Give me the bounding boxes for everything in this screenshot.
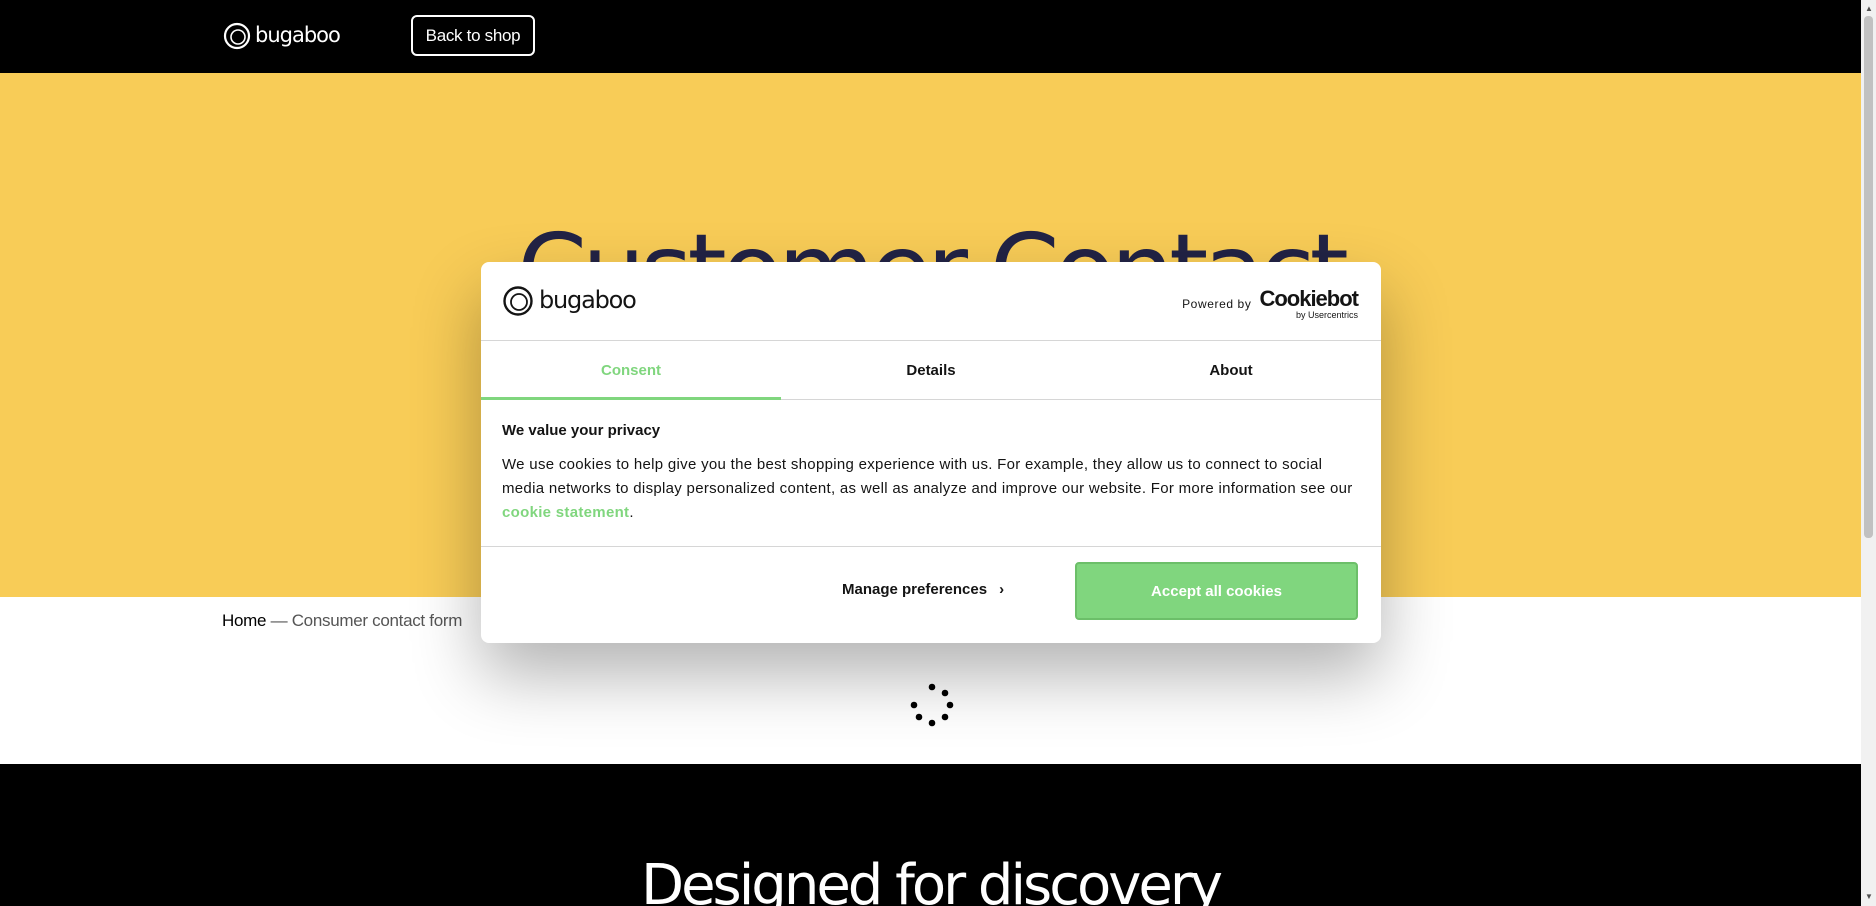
dialog-header: bugaboo Powered by Cookiebot by Usercent… [481,262,1381,340]
tab-about[interactable]: About [1081,341,1381,399]
dialog-tabs: Consent Details About [481,340,1381,400]
powered-by-label: Powered by [1182,297,1252,311]
logo-wordmark: bugaboo [255,23,340,47]
scroll-down-arrow-icon[interactable]: ▼ [1865,892,1873,901]
footer-section: Designed for discovery [0,764,1861,906]
bugaboo-logo[interactable]: bugaboo [223,20,359,52]
tab-details[interactable]: Details [781,341,1081,399]
dialog-footer: Manage preferences › Accept all cookies [481,546,1381,643]
cookiebot-logo: Cookiebot by Usercentrics [1259,286,1359,320]
manage-preferences-button[interactable]: Manage preferences › [842,581,1004,598]
privacy-text: We use cookies to help give you the best… [502,456,1353,497]
top-navigation-bar: bugaboo Back to shop [0,0,1861,73]
accept-all-cookies-button[interactable]: Accept all cookies [1075,562,1358,620]
cookiebot-by: by Usercentrics [1295,310,1358,320]
privacy-title: We value your privacy [502,422,661,439]
breadcrumb-separator: — [266,611,292,630]
dialog-body: We value your privacy We use cookies to … [502,422,1362,525]
privacy-text-end: . [629,504,634,521]
powered-by-cookiebot[interactable]: Powered by Cookiebot by Usercentrics [1182,286,1359,320]
scrollbar-thumb[interactable] [1864,16,1873,538]
page-scrollbar[interactable]: ▲ ▼ [1861,0,1876,906]
breadcrumb-home-link[interactable]: Home [222,611,266,630]
chevron-right-icon: › [999,581,1005,598]
breadcrumb: Home — Consumer contact form [222,611,462,631]
bugaboo-logo: bugaboo [503,286,637,316]
privacy-description: We use cookies to help give you the best… [502,453,1362,525]
manage-preferences-label: Manage preferences [842,581,988,598]
scroll-up-arrow-icon[interactable]: ▲ [1865,4,1873,13]
logo-wordmark: bugaboo [539,286,636,314]
cookie-consent-dialog: bugaboo Powered by Cookiebot by Usercent… [481,262,1381,643]
tab-consent[interactable]: Consent [481,341,781,400]
back-to-shop-button[interactable]: Back to shop [411,15,535,56]
cookie-statement-link[interactable]: cookie statement [502,504,629,521]
breadcrumb-current: Consumer contact form [291,611,463,630]
footer-title: Designed for discovery [640,853,1223,906]
loading-spinner-icon [910,683,954,727]
cookiebot-name: Cookiebot [1259,286,1359,311]
